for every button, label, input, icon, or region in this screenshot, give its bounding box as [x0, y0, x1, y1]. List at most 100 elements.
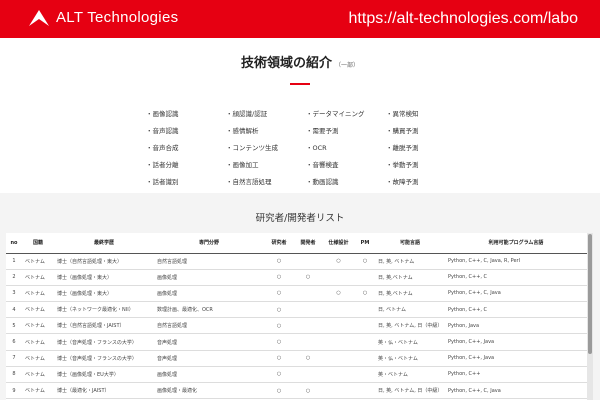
col-header-researcher: 研究者 [264, 233, 294, 254]
cell-spec-design [322, 301, 355, 319]
cell-researcher: ○ [264, 366, 294, 384]
cell-developer: ○ [294, 269, 322, 286]
cell-researcher: ○ [264, 269, 294, 286]
table-row: 2 ベトナム 博士（画像処理・東大） 画像処理 ○ ○ 日, 英,ベトナム Python, C… [6, 269, 587, 286]
cell-nationality: ベトナム [22, 253, 54, 270]
cell-spec-design [322, 382, 355, 400]
table-body: 1 ベトナム 博士（自然言語処理・東大） 自然言語処理 ○ ○ ○ 日, 英, ベトナム Pyt… [6, 253, 587, 400]
cell-no: 9 [6, 382, 22, 400]
cell-specialty: 自然言語処理 [154, 317, 264, 335]
cell-pm [355, 333, 375, 351]
cell-languages: 日, 英,ベトナム [375, 269, 445, 286]
table-row: 7 ベトナム 博士（音声処理・フランスの大学） 音声処理 ○ ○ 英・仏・ベトナム Pytho… [6, 350, 587, 367]
brand-name: ALT Technologies [56, 9, 179, 26]
tech-item: ・顔認識/認証 [226, 110, 268, 118]
col-header-specialty: 専門分野 [154, 233, 264, 254]
cell-developer: ○ [294, 350, 322, 367]
title-underline [290, 83, 310, 85]
cell-languages: 日, 英,ベトナム [375, 285, 445, 303]
col-header-pm: PM [355, 233, 375, 254]
cell-no: 2 [6, 269, 22, 286]
cell-nationality: ベトナム [22, 350, 54, 367]
cell-pm [355, 317, 375, 335]
tech-area-grid: ・画像認識 ・顔認識/認証 ・データマイニング ・異常検知 ・音声認識 ・感情解… [146, 108, 466, 188]
cell-education: 博士（音声処理・フランスの大学） [54, 333, 154, 351]
tech-item: ・音声合成 [146, 144, 179, 152]
cell-pm [355, 366, 375, 384]
cell-nationality: ベトナム [22, 301, 54, 319]
cell-pm [355, 382, 375, 400]
cell-no: 8 [6, 366, 22, 384]
cell-researcher: ○ [264, 382, 294, 400]
brand-logo[interactable]: ALT Technologies [28, 9, 178, 27]
cell-languages: 英・仏・ベトナム [375, 350, 445, 367]
cell-specialty: 音声処理 [154, 350, 264, 367]
cell-no: 3 [6, 285, 22, 303]
cell-languages: 日, 英, ベトナム [375, 253, 445, 270]
site-url[interactable]: https://alt-technologies.com/labo [349, 8, 578, 30]
cell-researcher: ○ [264, 333, 294, 351]
cell-nationality: ベトナム [22, 285, 54, 303]
tech-item: ・画像加工 [226, 161, 259, 169]
cell-spec-design [322, 317, 355, 335]
cell-spec-design [322, 366, 355, 384]
cell-pm: ○ [355, 253, 375, 270]
cell-education: 博士（画像処理・EU大学） [54, 366, 154, 384]
logo-mark-icon [29, 10, 49, 26]
cell-languages: 日, ベトナム [375, 301, 445, 319]
tech-item: ・OCR [306, 144, 327, 152]
table-row: 3 ベトナム 博士（画像処理・東大） 画像処理 ○ ○ ○ 日, 英,ベトナム Python, … [6, 285, 587, 303]
cell-languages: 英・ベトナム [375, 366, 445, 384]
cell-languages: 英・仏・ベトナム [375, 333, 445, 351]
cell-developer: ○ [294, 382, 322, 400]
cell-developer [294, 253, 322, 270]
tech-item: ・異常検知 [386, 110, 419, 118]
cell-pm [355, 301, 375, 319]
cell-developer [294, 366, 322, 384]
tech-item: ・コンテンツ生成 [226, 144, 278, 152]
table-row: 6 ベトナム 博士（音声処理・フランスの大学） 音声処理 ○ 英・仏・ベトナム Python… [6, 333, 587, 351]
col-header-languages: 可能言語 [375, 233, 445, 254]
cell-programming-languages: Python, C++ [445, 366, 587, 384]
col-header-education: 最終学歴 [54, 233, 154, 254]
cell-spec-design [322, 269, 355, 286]
cell-programming-languages: Python, C++, Java [445, 350, 587, 367]
researcher-list-title: 研究者/開発者リスト [255, 213, 345, 224]
cell-specialty: 画像処理 [154, 366, 264, 384]
col-header-programming-languages: 利用可能プログラム言語 [445, 233, 587, 254]
cell-specialty: 数理計画、最適化、OCR [154, 301, 264, 319]
cell-no: 7 [6, 350, 22, 367]
table-row: 8 ベトナム 博士（画像処理・EU大学） 画像処理 ○ 英・ベトナム Python, C++ [6, 366, 587, 384]
cell-no: 4 [6, 301, 22, 319]
table-row: 9 ベトナム 博士（最適化・JAIST） 画像処理・最適化 ○ ○ 日, 英, ベトナム, … [6, 382, 587, 400]
researcher-table: no 国籍 最終学歴 専門分野 研究者 開発者 仕様設計 PM 可能言語 利用可… [6, 233, 587, 400]
cell-nationality: ベトナム [22, 269, 54, 286]
table-scrollbar-thumb[interactable] [588, 234, 592, 354]
cell-education: 博士（画像処理・東大） [54, 285, 154, 303]
col-header-no: no [6, 233, 22, 254]
cell-pm: ○ [355, 285, 375, 303]
tech-item: ・感情解析 [226, 127, 259, 135]
tech-item: ・データマイニング [306, 110, 365, 118]
tech-item: ・需要予測 [306, 127, 339, 135]
cell-spec-design [322, 350, 355, 367]
cell-nationality: ベトナム [22, 317, 54, 335]
researcher-table-container[interactable]: no 国籍 最終学歴 専門分野 研究者 開発者 仕様設計 PM 可能言語 利用可… [6, 233, 593, 400]
tech-item: ・自然言語処理 [226, 178, 272, 186]
cell-researcher: ○ [264, 301, 294, 319]
tech-item: ・話者分離 [146, 161, 179, 169]
col-header-developer: 開発者 [294, 233, 322, 254]
cell-specialty: 画像処理・最適化 [154, 382, 264, 400]
cell-programming-languages: Python, C++, Java [445, 333, 587, 351]
col-header-nationality: 国籍 [22, 233, 54, 254]
cell-spec-design: ○ [322, 253, 355, 270]
cell-languages: 日, 英, ベトナム, 日（中級） [375, 382, 445, 400]
table-row: 5 ベトナム 博士（自然言語処理・JAIST） 自然言語処理 ○ 日, 英, ベトナム, … [6, 317, 587, 335]
cell-specialty: 自然言語処理 [154, 253, 264, 270]
cell-education: 博士（最適化・JAIST） [54, 382, 154, 400]
section-title: 技術領域の紹介 （一部） [0, 52, 600, 71]
cell-education: 博士（音声処理・フランスの大学） [54, 350, 154, 367]
cell-education: 博士（画像処理・東大） [54, 269, 154, 286]
cell-pm [355, 269, 375, 286]
tech-item: ・故障予測 [386, 178, 419, 186]
